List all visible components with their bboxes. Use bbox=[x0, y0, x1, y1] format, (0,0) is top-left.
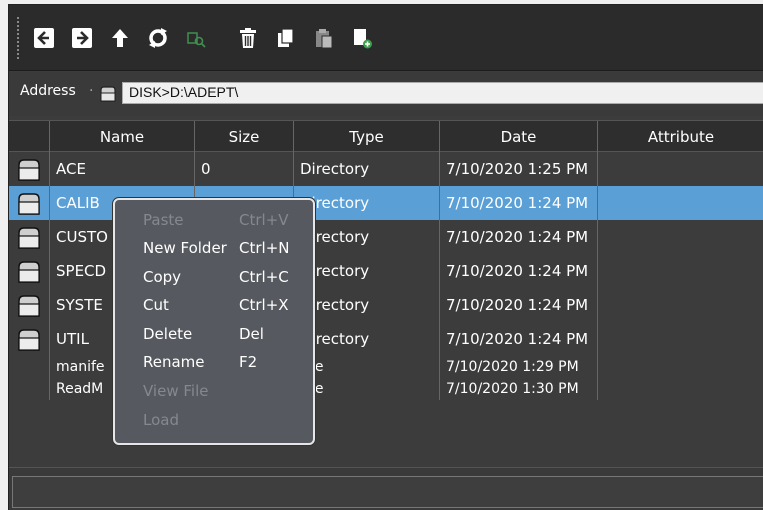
context-menu-item-label: Delete bbox=[143, 325, 193, 343]
cell-date: 7/10/2020 1:24 PM bbox=[440, 288, 598, 322]
cell-type: Directory bbox=[294, 288, 440, 322]
column-header-type[interactable]: Type bbox=[294, 121, 440, 153]
cell-type: Directory bbox=[294, 186, 440, 220]
cell-attribute bbox=[598, 220, 763, 254]
copy-icon bbox=[278, 28, 294, 47]
context-menu-item-label: Load bbox=[143, 411, 179, 429]
forward-arrow-icon bbox=[72, 28, 92, 48]
find-button[interactable] bbox=[185, 27, 207, 49]
file-browser-window: Address · DISK>D:\ADEPT\ Name Size Type … bbox=[8, 4, 763, 510]
folder-icon bbox=[9, 288, 50, 322]
address-label: Address bbox=[20, 83, 76, 99]
cell-type: File bbox=[294, 356, 440, 378]
cell-date: 7/10/2020 1:24 PM bbox=[440, 322, 598, 356]
back-button[interactable] bbox=[33, 27, 55, 49]
cell-size: 0 bbox=[195, 152, 294, 186]
new-folder-icon bbox=[354, 29, 372, 49]
cell-attribute bbox=[598, 322, 763, 356]
cell-date: 7/10/2020 1:29 PM bbox=[440, 356, 598, 378]
context-menu-item-shortcut: F2 bbox=[239, 353, 258, 371]
cell-type: Directory bbox=[294, 322, 440, 356]
paste-button[interactable] bbox=[313, 27, 335, 49]
new-file-button[interactable] bbox=[351, 27, 373, 49]
context-menu-item-new-folder[interactable]: New Folder Ctrl+N bbox=[115, 235, 313, 263]
cell-date: 7/10/2020 1:30 PM bbox=[440, 378, 598, 400]
context-menu-item-copy[interactable]: Copy Ctrl+C bbox=[115, 264, 313, 292]
column-header-size[interactable]: Size bbox=[195, 121, 294, 153]
folder-icon bbox=[9, 322, 50, 356]
trash-icon bbox=[240, 28, 256, 48]
column-header-attribute[interactable]: Attribute bbox=[598, 121, 763, 153]
context-menu-item-label: Rename bbox=[143, 353, 205, 371]
context-menu-item-shortcut: Del bbox=[239, 325, 264, 343]
refresh-icon bbox=[149, 28, 167, 48]
context-menu-item-label: Paste bbox=[143, 211, 184, 229]
address-bar: Address · DISK>D:\ADEPT\ bbox=[9, 72, 763, 116]
cell-attribute bbox=[598, 254, 763, 288]
context-menu-item-label: Cut bbox=[143, 296, 169, 314]
copy-button[interactable] bbox=[275, 27, 297, 49]
cell-attribute bbox=[598, 356, 763, 378]
cell-date: 7/10/2020 1:25 PM bbox=[440, 152, 598, 186]
cell-date: 7/10/2020 1:24 PM bbox=[440, 220, 598, 254]
folder-icon bbox=[9, 254, 50, 288]
folder-icon bbox=[9, 220, 50, 254]
context-menu-item-cut[interactable]: Cut Ctrl+X bbox=[115, 292, 313, 320]
find-icon bbox=[187, 32, 206, 48]
cell-date: 7/10/2020 1:24 PM bbox=[440, 254, 598, 288]
folder-icon bbox=[9, 152, 50, 186]
file-icon-cell bbox=[9, 356, 50, 378]
refresh-button[interactable] bbox=[147, 27, 169, 49]
status-bar bbox=[9, 467, 763, 510]
column-header-date[interactable]: Date bbox=[440, 121, 598, 153]
cell-attribute bbox=[598, 186, 763, 220]
cell-type: File bbox=[294, 378, 440, 400]
cell-type: Directory bbox=[294, 254, 440, 288]
context-menu: Paste Ctrl+V New Folder Ctrl+N Copy Ctrl+C Cut… bbox=[113, 198, 315, 445]
context-menu-item-label: View File bbox=[143, 382, 209, 400]
table-row[interactable]: ACE 0 Directory 7/10/2020 1:25 PM bbox=[9, 152, 763, 186]
delete-button[interactable] bbox=[237, 27, 259, 49]
context-menu-item-shortcut: Ctrl+N bbox=[239, 239, 290, 257]
context-menu-item-shortcut: Ctrl+V bbox=[239, 211, 289, 229]
up-button[interactable] bbox=[109, 27, 131, 49]
column-header-name[interactable]: Name bbox=[50, 121, 195, 153]
address-input[interactable]: DISK>D:\ADEPT\ bbox=[122, 82, 763, 104]
forward-button[interactable] bbox=[71, 27, 93, 49]
context-menu-item-load[interactable]: Load bbox=[115, 407, 313, 435]
folder-icon bbox=[9, 186, 50, 220]
context-menu-item-delete[interactable]: Delete Del bbox=[115, 321, 313, 349]
context-menu-item-view-file[interactable]: View File bbox=[115, 378, 313, 406]
back-arrow-icon bbox=[34, 28, 54, 48]
cell-attribute bbox=[598, 152, 763, 186]
address-separator: · bbox=[89, 83, 94, 99]
cell-type: Directory bbox=[294, 220, 440, 254]
cell-date: 7/10/2020 1:24 PM bbox=[440, 186, 598, 220]
context-menu-item-label: Copy bbox=[143, 268, 182, 286]
context-menu-item-shortcut: Ctrl+X bbox=[239, 296, 289, 314]
context-menu-item-rename[interactable]: Rename F2 bbox=[115, 349, 313, 377]
context-menu-item-paste[interactable]: Paste Ctrl+V bbox=[115, 207, 313, 235]
cell-type: Directory bbox=[294, 152, 440, 186]
context-menu-item-label: New Folder bbox=[143, 239, 227, 257]
drive-icon bbox=[100, 86, 116, 102]
toolbar-grip[interactable] bbox=[17, 17, 23, 59]
column-header-icon bbox=[9, 121, 50, 153]
cell-attribute bbox=[598, 288, 763, 322]
status-field bbox=[12, 476, 763, 508]
file-icon-cell bbox=[9, 378, 50, 400]
up-arrow-icon bbox=[112, 29, 128, 47]
paste-icon bbox=[316, 29, 333, 49]
toolbar bbox=[9, 5, 763, 71]
cell-name: ACE bbox=[50, 152, 195, 186]
table-header: Name Size Type Date Attribute bbox=[9, 120, 763, 153]
context-menu-item-shortcut: Ctrl+C bbox=[239, 268, 289, 286]
cell-attribute bbox=[598, 378, 763, 400]
